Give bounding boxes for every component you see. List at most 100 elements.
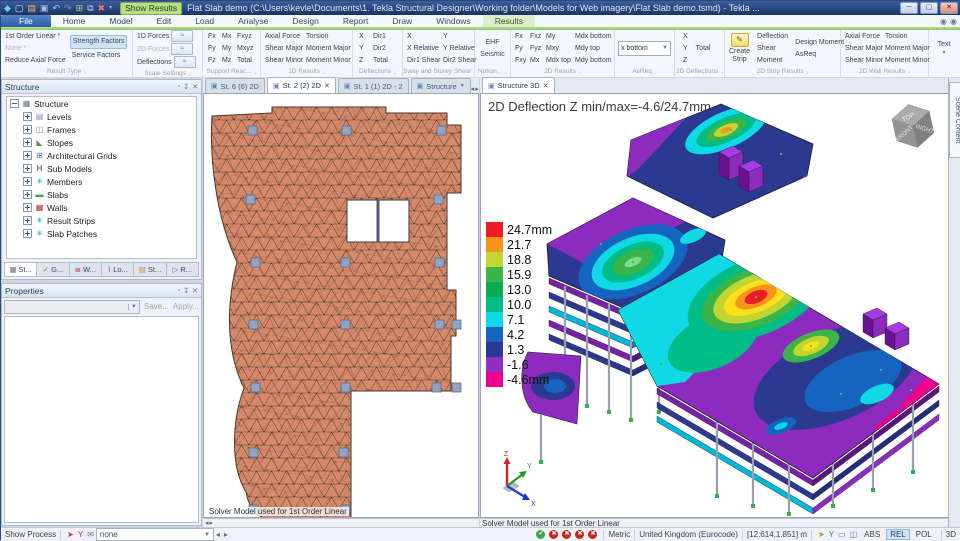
support-fz[interactable]: Fz [206,55,220,67]
1d-moment-major[interactable]: Moment Major [304,43,354,55]
expand-icon[interactable] [23,216,32,225]
1d-shear-minor[interactable]: Shear Minor [263,55,304,67]
defl-dir1[interactable]: Dir1 [371,31,399,43]
wall-shear-minor[interactable]: Shear Minor [843,55,883,67]
wall-moment-minor[interactable]: Moment Minor [883,55,931,67]
view-cube[interactable]: TOP FRONT RIGHT [889,100,938,151]
branch-icon[interactable]: Y [829,530,834,539]
tab-draw[interactable]: Draw [380,15,424,27]
tab-design[interactable]: Design [280,15,330,27]
support-total[interactable]: Total [235,55,259,67]
expand-icon[interactable] [23,190,32,199]
1d-torsion[interactable]: Torsion [304,31,354,43]
text-button[interactable]: Text ▼ [936,40,953,58]
scale-widget-icon[interactable]: ≈ [174,56,196,68]
tab-analyse[interactable]: Analyse [226,15,280,27]
scale-deflections[interactable]: Deflections ≈ [135,56,198,69]
sheet-icon[interactable]: ◫ [850,530,858,539]
tree-root[interactable]: ▦ Structure [7,97,196,110]
mail-icon[interactable]: ✉ [87,530,94,539]
2d-fy[interactable]: Fy [513,43,528,55]
scroll-right-icon[interactable]: ▸ [210,519,214,527]
expand-icon[interactable] [23,112,32,121]
properties-save-button[interactable]: Save... [144,302,169,311]
2d-defl-z[interactable]: Z [681,55,690,67]
tab-scroll-left-icon[interactable]: ◂ [471,85,475,93]
dock-tab-structure[interactable]: ▦St... [4,262,37,277]
2d-fxy[interactable]: Fxy [513,55,528,67]
view-tab-st1[interactable]: ▣St. 1 (1) 2D - 2 [338,78,409,93]
pol-toggle[interactable]: POL [912,529,936,540]
2d-mx[interactable]: Mx [528,55,544,67]
plane-icon[interactable]: ▭ [838,530,846,539]
open-icon[interactable]: ▤ [27,3,36,13]
asreq-combobox[interactable]: x bottom▼ [618,41,671,56]
support-mxyz[interactable]: Mxyz [235,43,259,55]
save-icon[interactable]: ▣ [40,3,49,13]
support-fy[interactable]: Fy [206,43,220,55]
close-button[interactable]: ✕ [940,2,958,14]
tree-item-slopes[interactable]: ◣Slopes [7,136,196,149]
result-none-dropdown[interactable]: None * [3,43,68,55]
scroll-left-icon[interactable]: ◂ [205,519,209,527]
wall-axial-force[interactable]: Axial Force [843,31,883,43]
region-label[interactable]: United Kingdom (Eurocode) [639,530,738,539]
expand-icon[interactable] [23,138,32,147]
abs-toggle[interactable]: ABS [860,529,884,540]
tab-load[interactable]: Load [183,15,226,27]
close-icon[interactable]: ✕ [192,287,198,295]
tab-results[interactable]: Results [483,15,535,27]
tree-item-result-strips[interactable]: ✳Result Strips [7,214,196,227]
tree-item-members[interactable]: ✳Members [7,175,196,188]
tree-item-walls[interactable]: ▦Walls [7,201,196,214]
help-icon[interactable]: ◉ [940,17,947,26]
support-fx[interactable]: Fx [206,31,220,43]
properties-apply-button[interactable]: Apply... [173,302,199,311]
tree-item-frames[interactable]: ◫Frames [7,123,196,136]
2d-mdy-top[interactable]: Mdy top [573,43,615,55]
copy-icon[interactable]: ⧉ [87,3,93,13]
tab-model[interactable]: Model [97,15,144,27]
expand-icon[interactable] [23,177,32,186]
result-order-dropdown[interactable]: 1st Order Linear * [3,31,68,43]
tab-report[interactable]: Report [331,15,381,27]
tab-scroll-right-icon[interactable]: ▸ [475,85,479,93]
scale-1d-forces[interactable]: 1D Forces ≈ [135,30,198,43]
view-tab-structure-3d[interactable]: ▣Structure 3D✕ [482,77,555,93]
2d-fx[interactable]: Fx [513,31,528,43]
close-tab-icon[interactable]: ✕ [543,82,549,90]
float-icon[interactable]: ▫ [178,83,180,91]
units-label[interactable]: Metric [608,530,630,539]
1d-shear-major[interactable]: Shear Major [263,43,304,55]
rel-toggle[interactable]: REL [886,529,910,540]
wall-shear-major[interactable]: Shear Major [843,43,883,55]
undo-icon[interactable]: ↶ [52,3,60,13]
view-2d-canvas[interactable]: Solver Model used for 1st Order Linear [203,93,479,518]
strength-factors-button[interactable]: Strength Factors [70,35,128,49]
sway-x[interactable]: X [405,31,441,43]
close-tab-icon[interactable]: ✕ [324,82,330,90]
minimize-button[interactable]: ─ [900,2,918,14]
strip-design-moment[interactable]: Design Moment [793,37,846,49]
defl-y[interactable]: Y [357,43,371,55]
expand-icon[interactable] [23,203,32,212]
expand-icon[interactable] [23,125,32,134]
tool-icon[interactable]: Y [78,530,83,539]
float-icon[interactable]: ▫ [178,287,180,295]
1d-moment-minor[interactable]: Moment Minor [304,55,354,67]
tree-item-architectural-grids[interactable]: ⊞Architectural Grids [7,149,196,162]
tab-home[interactable]: Home [51,15,98,27]
dock-tab-groups[interactable]: ✓G... [37,262,69,277]
tree-item-levels[interactable]: ▤Levels [7,110,196,123]
valid-status-icon[interactable]: ✔ [536,530,545,539]
view-2d-scrollbar[interactable]: ◂ ▸ [203,518,479,527]
wall-moment-major[interactable]: Moment Major [883,43,931,55]
sway-dir1-shear[interactable]: Dir1 Shear [405,55,441,67]
defl-dir2[interactable]: Dir2 [371,43,399,55]
2d-fxz[interactable]: Fxz [528,31,544,43]
tree-item-sub-models[interactable]: HSub Models [7,162,196,175]
dock-tab-review[interactable]: ▷R... [167,262,199,277]
support-my[interactable]: My [220,43,235,55]
scene-content-tab[interactable]: Scene Content [949,82,960,158]
support-mx[interactable]: Mx [220,31,235,43]
